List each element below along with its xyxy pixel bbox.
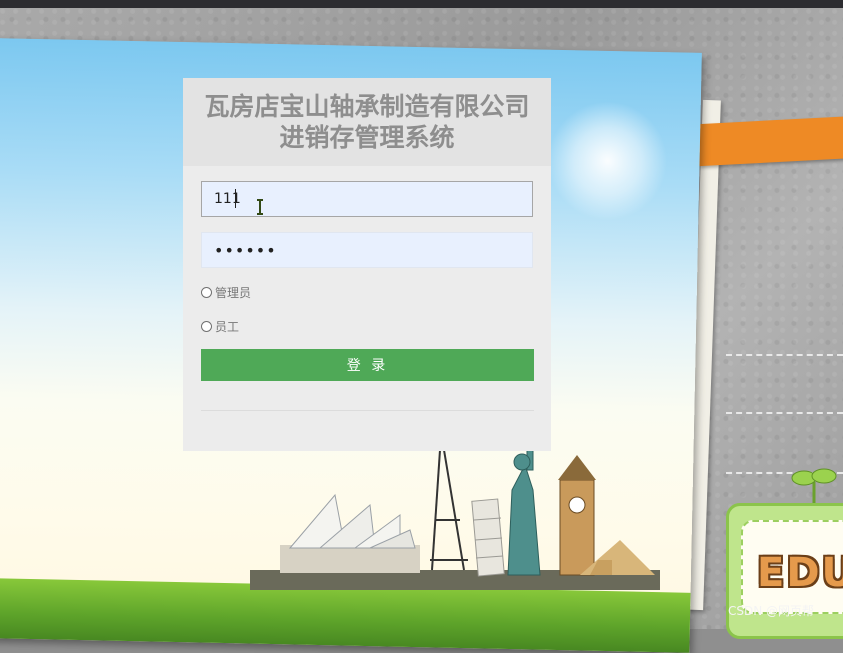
role-label: 管理员	[215, 286, 252, 300]
opera-house-icon	[280, 493, 420, 573]
edu-text: EDU	[757, 550, 843, 596]
login-panel: 瓦房店宝山轴承制造有限公司进销存管理系统 管理员 员工 登 录	[183, 78, 551, 451]
top-bar	[0, 0, 843, 8]
ibeam-cursor-icon	[257, 199, 263, 215]
big-ben-icon	[558, 455, 596, 576]
page-title: 瓦房店宝山轴承制造有限公司进销存管理系统	[204, 92, 530, 152]
divider	[201, 410, 534, 411]
login-header: 瓦房店宝山轴承制造有限公司进销存管理系统	[183, 78, 551, 166]
watermark: CSDN @网页帮	[728, 604, 815, 618]
username-input[interactable]	[201, 181, 533, 217]
pisa-tower-icon	[471, 498, 505, 577]
password-input[interactable]	[201, 232, 533, 268]
login-button[interactable]: 登 录	[201, 349, 534, 381]
sun-glow	[546, 99, 669, 223]
dashed-line	[726, 354, 843, 356]
radio-button[interactable]	[201, 287, 212, 298]
radio-button[interactable]	[201, 321, 212, 332]
role-option-staff[interactable]: 员工	[201, 318, 239, 335]
role-option-admin[interactable]: 管理员	[201, 284, 251, 301]
orange-tape	[697, 115, 843, 167]
text-caret	[235, 189, 236, 208]
eiffel-tower-icon	[430, 430, 468, 571]
edu-card-inner: EDU	[741, 520, 843, 614]
dashed-line	[726, 412, 843, 414]
sprout-icon	[791, 468, 837, 504]
role-label: 员工	[215, 320, 240, 334]
